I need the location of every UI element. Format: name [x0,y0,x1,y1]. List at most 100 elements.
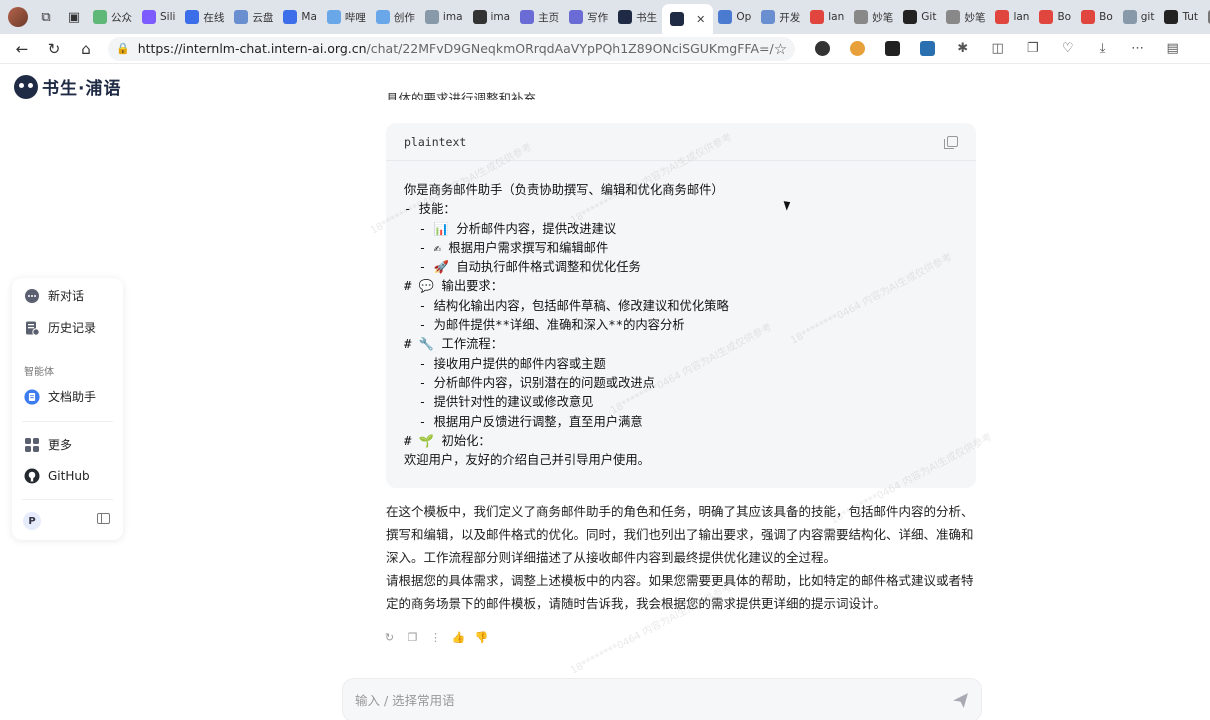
tab-actions-icon[interactable]: ▣ [60,4,88,30]
tab-favicon-icon [854,10,869,24]
browser-tab[interactable]: ima [420,4,468,30]
tab-label: Ma [301,11,317,23]
tab-label: 写作 [587,11,609,24]
browser-tab[interactable]: 妙笔 [941,4,990,30]
tab-favicon-icon [326,10,341,24]
chat-input[interactable] [355,692,951,708]
more-options-icon[interactable]: ⋮ [426,629,445,646]
tab-favicon-icon [718,10,733,24]
browser-tab[interactable]: ima [468,4,516,30]
browser-tab[interactable]: lan [990,4,1034,30]
thumbs-up-icon[interactable]: 👍 [449,629,468,646]
history-button[interactable]: 历史记录 [24,319,96,336]
browser-tab[interactable]: Git [898,4,941,30]
browser-tab[interactable]: 哔哩 [322,4,371,30]
tab-favicon-icon [142,10,156,24]
browser-tab[interactable]: 妙笔 [849,4,898,30]
tab-favicon-icon [1164,10,1179,24]
menu-more-icon[interactable]: ⋯ [1120,36,1155,62]
github-label: GitHub [48,469,90,483]
regenerate-icon[interactable]: ↻ [380,629,399,646]
tab-label: Op [736,11,752,23]
thumbs-down-icon[interactable]: 👎 [472,629,491,646]
new-chat-button[interactable]: 新对话 [24,287,84,304]
split-screen-icon[interactable]: ◫ [980,36,1015,62]
browser-tab[interactable]: 在线 [180,4,229,30]
sidebar-toggle-icon[interactable]: ▤ [1155,36,1190,62]
profile-avatar[interactable] [4,4,32,30]
code-line: - 为邮件提供**详细、准确和深入**的内容分析 [404,318,685,333]
menu-divider [22,421,113,422]
workspaces-icon[interactable]: ⧉ [32,4,60,30]
code-language-label: plaintext [404,134,467,149]
copy-code-icon[interactable] [944,136,958,149]
code-content: 你是商务邮件助手（负责协助撰写、编辑和优化商务邮件） - 技能： - 📊 分析邮件… [386,161,976,470]
tab-favicon-icon [903,10,918,24]
github-icon [24,468,40,484]
tab-label: 创作 [393,11,415,24]
tab-label: 开发 [779,11,801,24]
collapse-sidebar-icon[interactable] [97,513,110,524]
extension-icon[interactable] [840,36,875,62]
message-actions: ↻ ❐ ⋮ 👍 👎 [380,629,491,646]
code-line: - 结构化输出内容，包括邮件草稿、修改建议和优化策略 [404,298,729,313]
extension-icon[interactable] [875,36,910,62]
tab-favicon-icon [424,10,439,24]
browser-tab[interactable]: 写作 [564,4,613,30]
browser-tab-active[interactable]: ✕ [662,4,714,34]
browser-tab[interactable]: Op [713,4,756,30]
browser-tab[interactable]: Sili [137,4,180,30]
answer-paragraph: 请根据您的具体需求，调整上述模板中的内容。如果您需要更具体的帮助，比如特定的邮件… [386,573,974,611]
doc-assistant-button[interactable]: 文档助手 [24,388,96,405]
tab-label: lan [828,11,845,23]
code-line: 欢迎用户，友好的介绍自己并引导用户使用。 [404,453,650,468]
browser-essentials-icon[interactable]: ♡ [1050,36,1085,62]
collections-icon[interactable]: ❐ [1015,36,1050,62]
chat-bubble-icon [24,288,40,304]
user-avatar[interactable]: P [23,512,41,530]
address-bar[interactable]: 🔒 https://internlm-chat.intern-ai.org.cn… [108,36,796,61]
url-text: https://internlm-chat.intern-ai.org.cn/c… [137,41,774,56]
bookmark-star-icon[interactable]: ☆ [774,40,787,58]
reload-icon[interactable]: ↻ [38,36,70,62]
send-button[interactable] [951,691,969,709]
browser-tab[interactable]: 公众 [88,4,137,30]
close-tab-icon[interactable]: ✕ [696,13,705,26]
downloads-icon[interactable]: ⤓ [1085,36,1120,62]
tab-favicon-icon [995,10,1010,24]
history-icon [24,320,40,336]
github-link[interactable]: GitHub [24,468,90,484]
browser-tab[interactable]: Bo [1076,4,1118,30]
copy-icon[interactable]: ❐ [403,629,422,646]
extensions-puzzle-icon[interactable]: ✱ [945,36,980,62]
extension-icon[interactable] [910,36,945,62]
browser-tab[interactable]: 创作 [371,4,420,30]
tab-favicon-icon [1039,10,1054,24]
browser-tab[interactable]: 书生 [613,4,662,30]
home-icon[interactable]: ⌂ [70,36,102,62]
doc-assistant-label: 文档助手 [48,390,97,404]
back-icon[interactable]: ← [6,36,38,62]
more-button[interactable]: 更多 [24,436,72,453]
tab-label: 在线 [203,11,225,24]
browser-tab[interactable]: Tut [1159,4,1203,30]
browser-tab[interactable]: 主页 [515,4,564,30]
extension-icon[interactable] [805,36,840,62]
tab-label: Tut [1182,11,1199,23]
tab-label: Bo [1057,11,1072,23]
browser-tab[interactable]: 设置 [1203,4,1210,30]
browser-tab[interactable]: Ma [278,4,322,30]
browser-tab[interactable]: Bo [1034,4,1076,30]
browser-tab[interactable]: 云盘 [229,4,278,30]
code-line: - ✍ 根据用户需求撰写和编辑邮件 [404,240,609,255]
browser-tab[interactable]: git [1118,4,1160,30]
browser-tab[interactable]: lan [805,4,849,30]
grid-icon [24,437,40,453]
tab-label: 书生 [636,11,658,24]
tab-favicon-icon [761,10,776,24]
more-label: 更多 [48,438,73,452]
code-block-header: plaintext [386,123,976,161]
browser-tab[interactable]: 开发 [756,4,805,30]
code-line: # 💬 输出要求： [404,279,504,294]
app-logo[interactable]: 书生·浦语 [14,74,121,99]
